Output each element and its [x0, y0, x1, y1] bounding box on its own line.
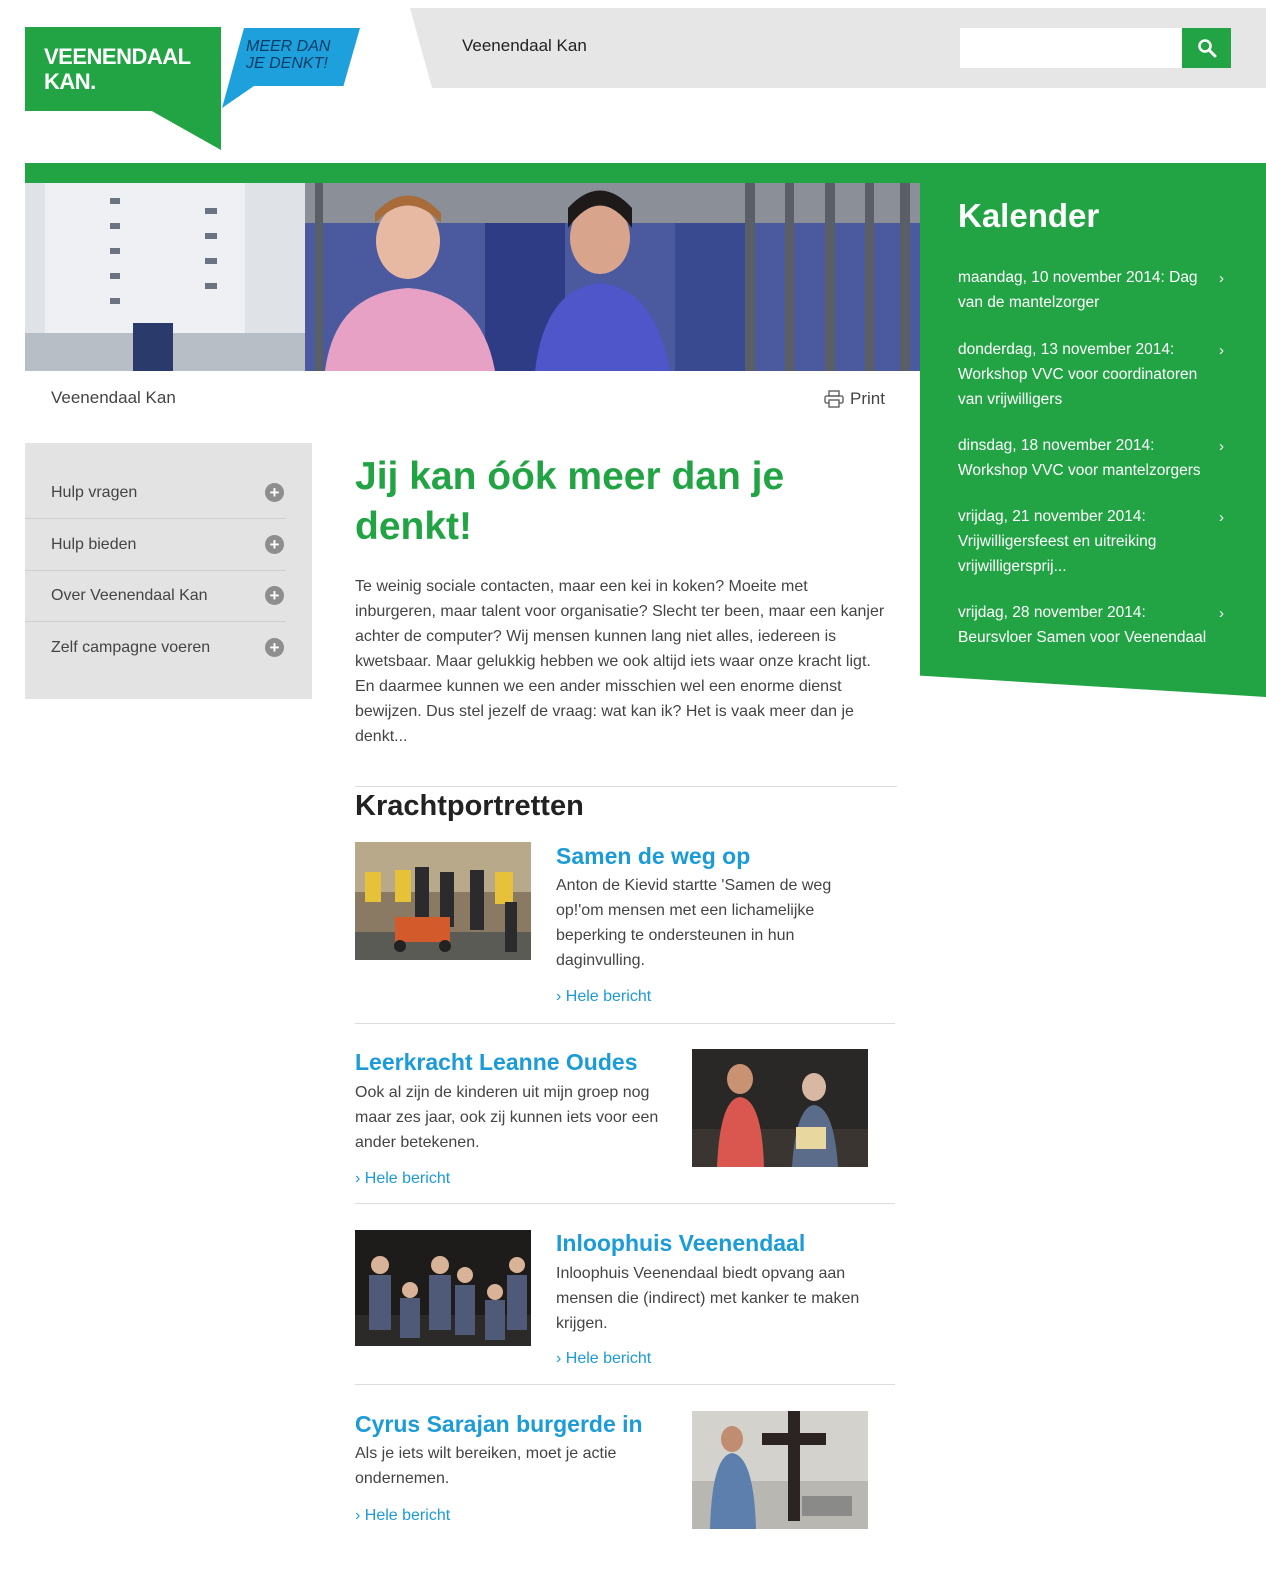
- sidenav-item-hulp-bieden[interactable]: Hulp bieden +: [25, 519, 286, 571]
- divider: [355, 1023, 895, 1024]
- portrait-text: Als je iets wilt bereiken, moet je actie…: [355, 1445, 617, 1487]
- calendar-item-date: vrijdag, 28 november 2014:: [958, 604, 1146, 621]
- hero-image: [25, 183, 920, 371]
- logo-line2: KAN.: [44, 69, 96, 94]
- sidenav-item-label: Over Veenendaal Kan: [51, 587, 208, 604]
- search-icon: [1197, 39, 1216, 58]
- calendar-item[interactable]: vrijdag, 28 november 2014: Beursvloer Sa…: [958, 600, 1238, 650]
- read-more-link[interactable]: › Hele bericht: [556, 1350, 651, 1368]
- calendar-item-title-cont: van vrijwilligers: [958, 391, 1063, 408]
- read-more-label: Hele bericht: [364, 1170, 451, 1187]
- chevron-right-icon: ›: [355, 1507, 361, 1524]
- calendar-item-date: vrijdag, 21 november 2014:: [958, 508, 1146, 525]
- read-more-link[interactable]: › Hele bericht: [355, 1507, 450, 1525]
- chevron-right-icon[interactable]: ›: [1219, 438, 1224, 455]
- sidenav-item-label: Hulp bieden: [51, 536, 137, 553]
- logo-line1: VEENENDAAL: [44, 44, 191, 69]
- site-name-link[interactable]: Veenendaal Kan: [462, 36, 587, 56]
- portrait-photo[interactable]: [692, 1411, 868, 1529]
- tagline-line1: MEER DAN: [246, 38, 331, 55]
- plus-circle-icon[interactable]: +: [265, 586, 284, 605]
- sidenav-item-hulp-vragen[interactable]: Hulp vragen +: [25, 467, 286, 519]
- divider: [355, 1203, 895, 1204]
- calendar-item[interactable]: vrijdag, 21 november 2014: Vrijwilligers…: [958, 504, 1226, 579]
- calendar-item-title: Workshop VVC voor coordinatoren: [958, 366, 1198, 383]
- portrait-title-link[interactable]: Leerkracht Leanne Oudes: [355, 1049, 638, 1076]
- calendar-item-title: Workshop VVC voor mantelzorgers: [958, 462, 1201, 479]
- page-title: Jij kan óók meer dan je denkt!: [355, 455, 785, 548]
- read-more-label: Hele bericht: [364, 1507, 451, 1524]
- calendar-item[interactable]: donderdag, 13 november 2014: Workshop VV…: [958, 337, 1226, 412]
- portrait-text: Inloophuis Veenendaal biedt opvang aan m…: [556, 1265, 860, 1332]
- calendar-title: Kalender: [958, 197, 1100, 234]
- sidenav-item-label: Zelf campagne voeren: [51, 639, 211, 656]
- read-more-link[interactable]: › Hele bericht: [556, 988, 651, 1006]
- calendar-item-title: van de mantelzorger: [958, 294, 1100, 311]
- portrait-text: Anton de Kievid startte 'Samen de weg op…: [556, 877, 832, 969]
- print-label: Print: [850, 389, 885, 408]
- sidenav-item-over-veenendaal-kan[interactable]: Over Veenendaal Kan +: [25, 570, 286, 622]
- plus-circle-icon[interactable]: +: [265, 535, 284, 554]
- portrait-photo[interactable]: [692, 1049, 868, 1167]
- search-input[interactable]: [960, 28, 1182, 68]
- chevron-right-icon: ›: [355, 1170, 361, 1187]
- print-button[interactable]: Print: [824, 389, 885, 409]
- portrait-text: Ook al zijn de kinderen uit mijn groep n…: [355, 1084, 659, 1151]
- read-more-label: Hele bericht: [565, 1350, 652, 1367]
- read-more-link[interactable]: › Hele bericht: [355, 1170, 450, 1188]
- chevron-right-icon[interactable]: ›: [1219, 342, 1224, 359]
- calendar-item-title: Vrijwilligersfeest en uitreiking: [958, 533, 1157, 550]
- tagline-line2: JE DENKT!: [246, 55, 328, 72]
- portrait-title-link[interactable]: Samen de weg op: [556, 843, 750, 870]
- plus-circle-icon[interactable]: +: [265, 638, 284, 657]
- chevron-right-icon: ›: [556, 1350, 562, 1367]
- chevron-right-icon: ›: [556, 988, 562, 1005]
- read-more-label: Hele bericht: [565, 988, 652, 1005]
- sidenav-item-label: Hulp vragen: [51, 484, 138, 501]
- sidenav-item-zelf-campagne-voeren[interactable]: Zelf campagne voeren +: [25, 622, 286, 673]
- portrait-title-link[interactable]: Cyrus Sarajan burgerde in: [355, 1411, 643, 1438]
- calendar-item-date: dinsdag, 18 november 2014:: [958, 437, 1155, 454]
- chevron-right-icon[interactable]: ›: [1219, 509, 1224, 526]
- intro-text: Te weinig sociale contacten, maar een ke…: [355, 578, 885, 745]
- divider: [355, 786, 897, 787]
- calendar-item-title: Beursvloer Samen voor Veenendaal: [958, 629, 1207, 646]
- tagline-text: MEER DAN JE DENKT!: [246, 38, 330, 72]
- calendar-item-title-cont: vrijwilligersprij...: [958, 558, 1067, 575]
- portrait-photo[interactable]: [355, 842, 531, 960]
- portrait-photo[interactable]: [355, 1230, 531, 1346]
- printer-icon: [824, 390, 844, 408]
- divider: [355, 1384, 895, 1385]
- section-title: Krachtportretten: [355, 790, 584, 822]
- calendar-item[interactable]: maandag, 10 november 2014: Dag van de ma…: [958, 265, 1226, 315]
- logo-tail: [150, 110, 221, 150]
- portrait-title-link[interactable]: Inloophuis Veenendaal: [556, 1230, 805, 1257]
- calendar-item-date: donderdag, 13 november 2014:: [958, 341, 1175, 358]
- plus-circle-icon[interactable]: +: [265, 483, 284, 502]
- search-button[interactable]: [1182, 28, 1231, 68]
- breadcrumb[interactable]: Veenendaal Kan: [51, 388, 176, 408]
- chevron-right-icon[interactable]: ›: [1219, 605, 1224, 622]
- chevron-right-icon[interactable]: ›: [1219, 270, 1224, 287]
- logo-text[interactable]: VEENENDAAL KAN.: [44, 44, 191, 94]
- calendar-item[interactable]: dinsdag, 18 november 2014: Workshop VVC …: [958, 433, 1226, 483]
- calendar-item-date: maandag, 10 november 2014: Dag: [958, 269, 1198, 286]
